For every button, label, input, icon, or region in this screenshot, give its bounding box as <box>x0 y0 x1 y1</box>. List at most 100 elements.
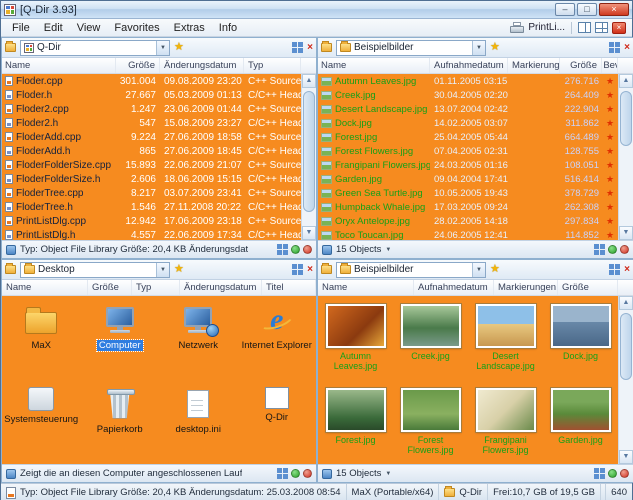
file-row-printlistdlg-cpp[interactable]: PrintListDlg.cpp12.94217.06.2009 23:18C+… <box>2 214 301 228</box>
vertical-scrollbar[interactable]: ▲ ▼ <box>301 74 316 240</box>
file-row-floderfoldersize-h[interactable]: FloderFolderSize.h2.60618.06.2009 15:15C… <box>2 172 301 186</box>
title-bar[interactable]: [Q-Dir 3.93] – □ × <box>1 1 632 19</box>
menu-view[interactable]: View <box>70 20 108 36</box>
column-header-aufnahmedatum[interactable]: Aufnahmedatum <box>414 280 494 295</box>
view-options-icon[interactable] <box>594 468 605 479</box>
file-row-floderadd-cpp[interactable]: FloderAdd.cpp9.22427.06.2009 18:58C++ So… <box>2 130 301 144</box>
address-combo[interactable]: Q-Dir ▼ <box>20 40 170 56</box>
desktop-item-systemsteuerung[interactable]: Systemsteuerung <box>2 381 81 464</box>
thumbnail-dock-jpg[interactable]: Dock.jpg <box>543 298 618 382</box>
image-row-garden-jpg[interactable]: Garden.jpg09.04.2004 17:41516.414★ <box>318 172 618 186</box>
desktop-item-papierkorb[interactable]: Papierkorb <box>81 381 160 464</box>
column-header-markierungen[interactable]: Markierungen <box>508 58 560 73</box>
image-row-desert-landscape-jpg[interactable]: Desert Landscape.jpg13.07.2004 02:42222.… <box>318 102 618 116</box>
printer-icon[interactable] <box>510 22 524 33</box>
close-panel-icon[interactable]: × <box>612 22 626 34</box>
column-header-gr-e[interactable]: Größe <box>88 280 132 295</box>
image-row-dock-jpg[interactable]: Dock.jpg14.02.2005 03:07311.862★ <box>318 116 618 130</box>
red-filter-icon[interactable] <box>303 469 312 478</box>
column-header-bev[interactable]: Bev <box>602 58 618 73</box>
image-row-forest-jpg[interactable]: Forest.jpg25.04.2005 05:44664.489★ <box>318 130 618 144</box>
file-row-floderfoldersize-cpp[interactable]: FloderFolderSize.cpp15.89322.06.2009 21:… <box>2 158 301 172</box>
dropdown-arrow-icon[interactable]: ▼ <box>472 263 485 277</box>
column-header-titel[interactable]: Titel <box>262 280 316 295</box>
close-tab-icon[interactable]: × <box>624 43 630 53</box>
green-filter-icon[interactable] <box>608 245 617 254</box>
image-row-autumn-leaves-jpg[interactable]: Autumn Leaves.jpg01.11.2005 03:15276.716… <box>318 74 618 88</box>
close-button[interactable]: × <box>599 3 629 16</box>
file-row-printlistdlg-h[interactable]: PrintListDlg.h4.55722.06.2009 17:34C/C++… <box>2 228 301 240</box>
scroll-down-icon[interactable]: ▼ <box>619 450 633 464</box>
dropdown-arrow-icon[interactable]: ▼ <box>472 41 485 55</box>
column-header-name[interactable]: Name <box>318 58 430 73</box>
column-header-name[interactable]: Name <box>2 58 116 73</box>
file-row-floder2-h[interactable]: Floder2.h54715.08.2009 23:27C/C++ Header <box>2 116 301 130</box>
vertical-scrollbar[interactable]: ▲ ▼ <box>618 74 633 240</box>
column-header-aufnahmedatum[interactable]: Aufnahmedatum <box>430 58 508 73</box>
dropdown-arrow-icon[interactable]: ▼ <box>156 41 169 55</box>
green-filter-icon[interactable] <box>608 469 617 478</box>
menu-extras[interactable]: Extras <box>167 20 212 36</box>
view-options-icon[interactable] <box>594 244 605 255</box>
close-tab-icon[interactable]: × <box>624 265 630 275</box>
thumbnail-desert-landscape-jpg[interactable]: Desert Landscape.jpg <box>468 298 543 382</box>
folder-up-icon[interactable] <box>5 265 16 274</box>
folder-up-icon[interactable] <box>321 265 332 274</box>
layout-quad-pane-icon[interactable] <box>595 22 608 33</box>
red-filter-icon[interactable] <box>620 245 629 254</box>
image-row-frangipani-flowers-jpg[interactable]: Frangipani Flowers.jpg24.03.2005 01:1610… <box>318 158 618 172</box>
view-grid-icon[interactable] <box>609 42 620 53</box>
scroll-thumb[interactable] <box>303 91 315 212</box>
column-header-markierungen[interactable]: Markierungen <box>494 280 558 295</box>
dropdown-arrow-icon[interactable]: ▼ <box>156 263 169 277</box>
thumbnail-forest-flowers-jpg[interactable]: Forest Flowers.jpg <box>393 382 468 464</box>
status-dropdown-icon[interactable]: ▼ <box>385 247 391 253</box>
green-filter-icon[interactable] <box>291 245 300 254</box>
view-grid-icon[interactable] <box>609 264 620 275</box>
menu-edit[interactable]: Edit <box>37 20 70 36</box>
scroll-thumb[interactable] <box>620 313 632 380</box>
address-combo[interactable]: Beispielbilder ▼ <box>336 262 486 278</box>
scroll-up-icon[interactable]: ▲ <box>619 74 633 88</box>
scroll-down-icon[interactable]: ▼ <box>619 226 633 240</box>
desktop-item-netzwerk[interactable]: Netzwerk <box>159 297 238 381</box>
close-tab-icon[interactable]: × <box>307 265 313 275</box>
column-header-gr-e[interactable]: Größe <box>116 58 160 73</box>
column-header-nderungsdatum[interactable]: Änderungsdatum <box>180 280 262 295</box>
column-header-name[interactable]: Name <box>318 280 414 295</box>
image-row-humpback-whale-jpg[interactable]: Humpback Whale.jpg17.03.2005 09:24262.30… <box>318 200 618 214</box>
favorites-star-icon[interactable]: ★ <box>174 264 184 275</box>
favorites-star-icon[interactable]: ★ <box>174 42 184 53</box>
red-filter-icon[interactable] <box>620 469 629 478</box>
favorites-star-icon[interactable]: ★ <box>490 42 500 53</box>
menu-favorites[interactable]: Favorites <box>107 20 166 36</box>
menu-info[interactable]: Info <box>212 20 244 36</box>
scroll-up-icon[interactable]: ▲ <box>302 74 316 88</box>
close-tab-icon[interactable]: × <box>307 43 313 53</box>
thumbnail-frangipani-flowers-jpg[interactable]: Frangipani Flowers.jpg <box>468 382 543 464</box>
column-header-typ[interactable]: Typ <box>244 58 301 73</box>
desktop-item-max[interactable]: MaX <box>2 297 81 381</box>
menu-file[interactable]: File <box>5 20 37 36</box>
view-options-icon[interactable] <box>277 468 288 479</box>
minimize-button[interactable]: – <box>555 3 575 16</box>
thumbnail-forest-jpg[interactable]: Forest.jpg <box>318 382 393 464</box>
column-header-gr-e[interactable]: Größe <box>558 280 618 295</box>
layout-two-pane-icon[interactable] <box>578 22 591 33</box>
view-options-icon[interactable] <box>277 244 288 255</box>
column-header-gr-e[interactable]: Größe <box>560 58 602 73</box>
image-row-creek-jpg[interactable]: Creek.jpg30.04.2005 02:20264.409★ <box>318 88 618 102</box>
desktop-item-desktop-ini[interactable]: desktop.ini <box>159 381 238 464</box>
image-row-oryx-antelope-jpg[interactable]: Oryx Antelope.jpg28.02.2005 14:18297.834… <box>318 214 618 228</box>
file-row-floderadd-h[interactable]: FloderAdd.h86527.06.2009 18:45C/C++ Head… <box>2 144 301 158</box>
image-row-forest-flowers-jpg[interactable]: Forest Flowers.jpg07.04.2005 02:31128.75… <box>318 144 618 158</box>
column-header-name[interactable]: Name <box>2 280 88 295</box>
scroll-down-icon[interactable]: ▼ <box>302 226 316 240</box>
image-row-green-sea-turtle-jpg[interactable]: Green Sea Turtle.jpg10.05.2005 19:43378.… <box>318 186 618 200</box>
desktop-item-internet-explorer[interactable]: eInternet Explorer <box>238 297 317 381</box>
file-row-floder2-cpp[interactable]: Floder2.cpp1.24723.06.2009 01:44C++ Sour… <box>2 102 301 116</box>
column-header-typ[interactable]: Typ <box>132 280 180 295</box>
file-row-flodertree-h[interactable]: FloderTree.h1.54627.11.2008 20:22C/C++ H… <box>2 200 301 214</box>
printlist-button[interactable]: PrintLi... <box>528 22 565 33</box>
file-row-floder-cpp[interactable]: Floder.cpp301.00409.08.2009 23:20C++ Sou… <box>2 74 301 88</box>
